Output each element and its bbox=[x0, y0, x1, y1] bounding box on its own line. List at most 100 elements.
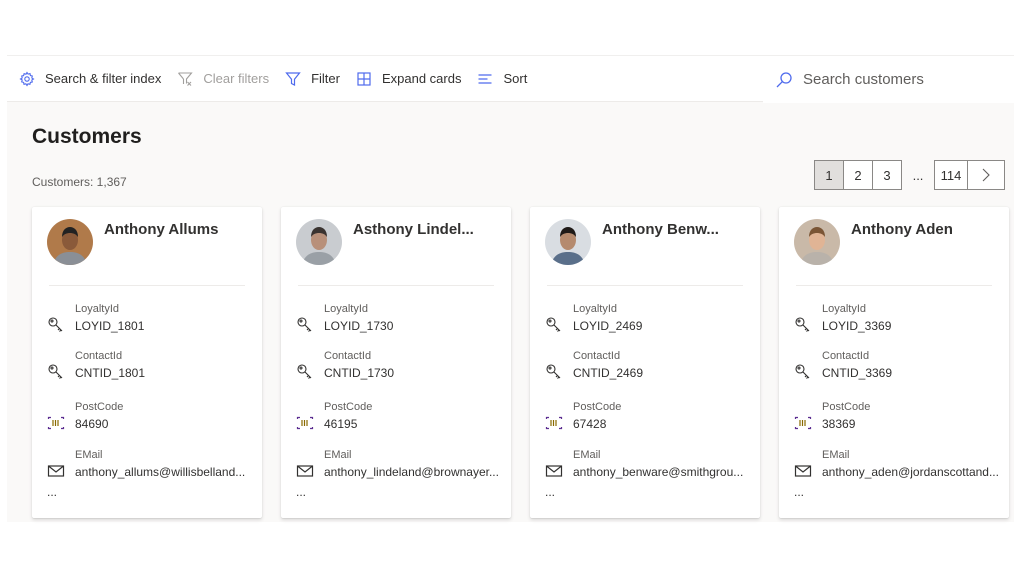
contact-id-label: ContactId bbox=[324, 350, 372, 362]
postcode-label: PostCode bbox=[324, 401, 373, 413]
avatar bbox=[545, 219, 591, 265]
chevron-right-icon bbox=[982, 168, 990, 182]
loyalty-id-label: LoyaltyId bbox=[324, 303, 369, 315]
key-icon bbox=[545, 363, 565, 381]
customer-count: Customers: 1,367 bbox=[32, 175, 127, 189]
email-field: EMail anthony_benware@smithgrou... bbox=[545, 448, 743, 481]
search-icon bbox=[776, 71, 792, 87]
customer-card[interactable]: Anthony Aden LoyaltyId LOYID_3369 Contac… bbox=[779, 207, 1009, 518]
more-fields-ellipsis[interactable]: ... bbox=[545, 485, 555, 499]
loyalty-id-field: LoyaltyId LOYID_2469 bbox=[545, 302, 642, 335]
search-customers-input[interactable] bbox=[803, 71, 1003, 88]
expand-cards-label: Expand cards bbox=[381, 71, 462, 86]
clear-filters-button[interactable]: Clear filters bbox=[169, 56, 277, 101]
postcode-field: PostCode 67428 bbox=[545, 400, 621, 433]
card-header: Anthony Aden bbox=[794, 219, 953, 265]
sort-icon bbox=[478, 73, 492, 84]
customer-card[interactable]: Anthony Allums LoyaltyId LOYID_1801 Cont… bbox=[32, 207, 262, 518]
avatar-photo bbox=[296, 219, 342, 265]
email-value: anthony_aden@jordanscottand... bbox=[822, 465, 999, 479]
avatar bbox=[47, 219, 93, 265]
contact-id-field: ContactId CNTID_1730 bbox=[296, 349, 394, 382]
contact-id-label: ContactId bbox=[75, 350, 123, 362]
avatar bbox=[296, 219, 342, 265]
sort-label: Sort bbox=[503, 71, 528, 86]
expand-cards-button[interactable]: Expand cards bbox=[348, 56, 470, 101]
card-divider bbox=[298, 285, 494, 286]
more-fields-ellipsis[interactable]: ... bbox=[47, 485, 57, 499]
email-value: anthony_benware@smithgrou... bbox=[573, 465, 744, 479]
email-label: EMail bbox=[573, 449, 601, 461]
key-icon bbox=[296, 316, 316, 334]
gear-icon bbox=[19, 70, 35, 87]
loyalty-id-field: LoyaltyId LOYID_1730 bbox=[296, 302, 393, 335]
filter-label: Filter bbox=[311, 71, 340, 86]
postcode-label: PostCode bbox=[573, 401, 622, 413]
contact-id-field: ContactId CNTID_3369 bbox=[794, 349, 892, 382]
barcode-icon bbox=[794, 414, 814, 432]
email-label: EMail bbox=[75, 449, 103, 461]
filter-button[interactable]: Filter bbox=[277, 56, 348, 101]
barcode-icon bbox=[296, 414, 316, 432]
sort-button[interactable]: Sort bbox=[469, 56, 535, 101]
loyalty-id-label: LoyaltyId bbox=[573, 303, 618, 315]
search-filter-index-button[interactable]: Search & filter index bbox=[7, 56, 169, 101]
email-label: EMail bbox=[822, 449, 850, 461]
contact-id-label: ContactId bbox=[573, 350, 621, 362]
card-divider bbox=[796, 285, 992, 286]
customer-name: Anthony Allums bbox=[104, 221, 219, 238]
contact-id-field: ContactId CNTID_1801 bbox=[47, 349, 145, 382]
loyalty-id-label: LoyaltyId bbox=[75, 303, 120, 315]
page-last-button[interactable]: 114 bbox=[934, 160, 968, 190]
card-divider bbox=[547, 285, 743, 286]
contact-id-label: ContactId bbox=[822, 350, 870, 362]
more-fields-ellipsis[interactable]: ... bbox=[794, 485, 804, 499]
customer-card-list: Anthony Allums LoyaltyId LOYID_1801 Cont… bbox=[32, 207, 1024, 518]
page-3-button[interactable]: 3 bbox=[872, 160, 902, 190]
clear-filters-label: Clear filters bbox=[203, 71, 270, 86]
loyalty-id-field: LoyaltyId LOYID_3369 bbox=[794, 302, 891, 335]
search-filter-index-label: Search & filter index bbox=[45, 71, 162, 86]
customer-card[interactable]: Anthony Benw... LoyaltyId LOYID_2469 Con… bbox=[530, 207, 760, 518]
search-customers-box[interactable] bbox=[763, 56, 1014, 103]
email-field: EMail anthony_allums@willisbelland... bbox=[47, 448, 245, 481]
page-2-button[interactable]: 2 bbox=[843, 160, 873, 190]
card-divider bbox=[49, 285, 245, 286]
contact-id-field: ContactId CNTID_2469 bbox=[545, 349, 643, 382]
mail-icon bbox=[296, 462, 316, 480]
avatar bbox=[794, 219, 840, 265]
page-ellipsis: ... bbox=[912, 167, 924, 183]
avatar-photo bbox=[545, 219, 591, 265]
contact-id-value: CNTID_1801 bbox=[75, 366, 146, 380]
postcode-label: PostCode bbox=[822, 401, 871, 413]
customer-name: Anthony Benw... bbox=[602, 221, 719, 238]
postcode-value: 84690 bbox=[75, 417, 109, 431]
key-icon bbox=[794, 363, 814, 381]
email-field: EMail anthony_aden@jordanscottand... bbox=[794, 448, 999, 481]
command-bar: Search & filter index Clear filters Filt… bbox=[7, 55, 1014, 103]
postcode-value: 38369 bbox=[822, 417, 856, 431]
grid-icon bbox=[357, 71, 371, 86]
page-1-button[interactable]: 1 bbox=[814, 160, 844, 190]
postcode-field: PostCode 38369 bbox=[794, 400, 870, 433]
barcode-icon bbox=[545, 414, 565, 432]
contact-id-value: CNTID_1730 bbox=[324, 366, 395, 380]
next-page-button[interactable] bbox=[967, 160, 1005, 190]
email-field: EMail anthony_lindeland@brownayer... bbox=[296, 448, 499, 481]
loyalty-id-value: LOYID_2469 bbox=[573, 319, 643, 333]
key-icon bbox=[794, 316, 814, 334]
pagination: 1 2 3 ... 114 bbox=[814, 160, 1005, 190]
postcode-field: PostCode 46195 bbox=[296, 400, 372, 433]
contact-id-value: CNTID_2469 bbox=[573, 366, 644, 380]
customer-card[interactable]: Asthony Lindel... LoyaltyId LOYID_1730 C… bbox=[281, 207, 511, 518]
customer-name: Asthony Lindel... bbox=[353, 221, 474, 238]
key-icon bbox=[545, 316, 565, 334]
postcode-label: PostCode bbox=[75, 401, 124, 413]
card-header: Anthony Benw... bbox=[545, 219, 719, 265]
contact-id-value: CNTID_3369 bbox=[822, 366, 893, 380]
clear-filter-icon bbox=[178, 71, 194, 86]
email-value: anthony_lindeland@brownayer... bbox=[324, 465, 499, 479]
customers-app: Search & filter index Clear filters Filt… bbox=[7, 55, 1014, 522]
more-fields-ellipsis[interactable]: ... bbox=[296, 485, 306, 499]
customer-name: Anthony Aden bbox=[851, 221, 953, 238]
